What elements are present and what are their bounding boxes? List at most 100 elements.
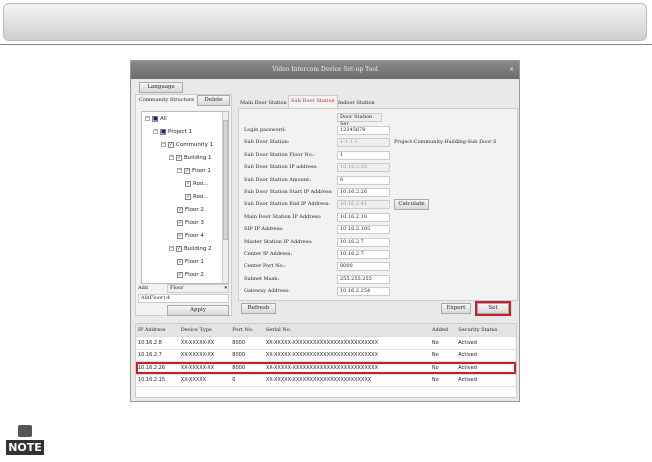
tree-node[interactable]: ✓ Floor 3 — [177, 219, 204, 227]
checkbox-icon[interactable]: ✓ — [185, 193, 191, 200]
tree-node[interactable]: ✓ Floor 2 — [177, 271, 204, 279]
field-input[interactable]: 1 — [337, 150, 390, 160]
table-row[interactable]: 10.16.2.26 XX-XXXXX-XX 8000 XX-XXXXX-XXXXXX… — [136, 361, 516, 375]
delete-button[interactable]: Delete — [197, 95, 230, 106]
window-title: Video Intercom Device Set-up Tool — [272, 66, 378, 73]
calculate-button[interactable]: Calculate — [394, 199, 429, 211]
scrollbar-thumb[interactable] — [223, 120, 228, 240]
table-row[interactable]: 10.16.2.15 XX-XXXXX 0 XX-XXXXX-XXXXXXXXXXXX… — [136, 374, 516, 387]
table-cell: No — [429, 361, 457, 375]
field-input[interactable]: 10.16.2.41 — [337, 200, 390, 210]
table-cell: No — [429, 349, 457, 362]
tree-node[interactable]: ✓ Roo... — [185, 180, 208, 188]
checkbox-icon[interactable]: ✓ — [177, 219, 183, 226]
field-label: Subnet Mask: — [244, 275, 280, 282]
tab-sub-door-station[interactable]: Sub Door Station — [288, 95, 338, 109]
checkbox-icon[interactable]: ✓ — [176, 245, 182, 252]
language-button[interactable]: Language — [139, 82, 183, 93]
tree-node[interactable]: − ✓ Building 1 — [169, 154, 212, 162]
panel-title: Community Structure — [139, 97, 195, 103]
table-row[interactable]: 10.16.2.8 XX-XXXXX-XX 8000 XX-XXXXX-XXXXXXX… — [136, 336, 516, 350]
field-hint: Project-Community-Building-Sub Door S — [394, 139, 497, 146]
field-label: Gateway Address: — [244, 288, 290, 295]
table-cell: 8000 — [230, 349, 264, 362]
tree-node-label: Building 1 — [184, 155, 212, 161]
collapse-icon[interactable]: − — [169, 155, 174, 160]
tree-node[interactable]: ✓ Floor 2 — [177, 206, 204, 214]
checkbox-icon[interactable]: ✓ — [168, 141, 174, 148]
checkbox-icon[interactable]: ✓ — [177, 206, 183, 213]
tree-node[interactable]: − ✓ Community 1 — [161, 141, 213, 149]
checkbox-icon[interactable]: ✓ — [177, 258, 183, 265]
column-header[interactable]: Added — [429, 324, 457, 337]
device-table: IP Address Device Type Port No. Serial No. A… — [136, 324, 516, 387]
table-cell: 8000 — [230, 336, 264, 350]
column-header[interactable]: Serial No. — [263, 324, 430, 337]
checkbox-icon[interactable]: ✓ — [184, 167, 190, 174]
field-label: Center IP Address: — [244, 251, 293, 257]
collapse-icon[interactable]: − — [161, 142, 166, 147]
table-cell: 0 — [230, 374, 264, 387]
tree-node-label: Roo... — [193, 181, 209, 187]
table-cell: Actived — [456, 361, 516, 375]
field-input[interactable]: 10.16.2.7 — [337, 237, 390, 247]
checkbox-icon[interactable]: ■ — [152, 115, 158, 122]
note-label: NOTE — [6, 440, 44, 455]
table-cell: No — [429, 336, 457, 350]
field-label: Sub Door Station End IP Address: — [244, 201, 331, 208]
tree-node-label: Floor 4 — [185, 233, 204, 239]
collapse-icon[interactable]: − — [153, 129, 158, 134]
refresh-button[interactable]: Refresh — [241, 303, 276, 314]
tree-node[interactable]: ✓ Floor 1 — [177, 258, 204, 266]
close-icon[interactable]: × — [509, 61, 514, 79]
all-floor-field[interactable]: All(Floor):4 — [138, 294, 229, 303]
column-header[interactable]: Device Type — [178, 324, 231, 337]
community-tree: − ■ All − ■ Project 1− ✓ Community 1− ✓ Building … — [141, 111, 229, 284]
field-input[interactable]: 255.255.255 — [337, 274, 390, 284]
tree-node-label: Floor 1 — [185, 259, 204, 265]
device-type-select[interactable]: Door Station Ser — [337, 113, 382, 127]
checkbox-icon[interactable]: ■ — [160, 128, 166, 135]
export-button[interactable]: Export — [441, 303, 471, 314]
field-input[interactable]: 10.16.2.105 — [337, 225, 390, 235]
table-cell: XX-XXXXX-XXXXXXXXXXXXXXXXXXXXXXXXX — [263, 336, 430, 350]
tree-node[interactable]: − ■ All — [145, 115, 167, 123]
collapse-icon[interactable]: − — [145, 116, 150, 121]
field-input[interactable]: 10.16.2.254 — [337, 287, 390, 297]
checkbox-icon[interactable]: ✓ — [177, 271, 183, 278]
collapse-icon[interactable]: − — [169, 246, 174, 251]
field-input[interactable]: 8 — [337, 175, 390, 185]
field-input[interactable]: 10.16.2.26 — [337, 188, 390, 197]
tree-node[interactable]: ✓ Floor 4 — [177, 232, 204, 240]
tree-node-label: Floor 2 — [185, 207, 204, 213]
checkbox-icon[interactable]: ✓ — [176, 154, 182, 161]
checkbox-icon[interactable]: ✓ — [185, 180, 191, 187]
collapse-icon[interactable]: − — [177, 168, 182, 173]
tree-node[interactable]: − ✓ Floor 1 — [177, 167, 211, 175]
table-cell: Actived — [456, 349, 516, 362]
tree-node[interactable]: − ✓ Building 2 — [169, 245, 212, 253]
field-input[interactable]: 12345678 — [337, 126, 390, 135]
checkbox-icon[interactable]: ✓ — [177, 232, 183, 239]
field-label: Sub Door Station: — [244, 139, 290, 146]
tree-node[interactable]: − ■ Project 1 — [153, 128, 192, 136]
tree-scrollbar[interactable] — [222, 112, 228, 283]
table-row[interactable]: 10.16.2.7 XX-XXXXX-XX 8000 XX-XXXXX-XXXXXXX… — [136, 349, 516, 362]
column-header[interactable]: Port No. — [230, 324, 264, 337]
table-cell: XX-XXXXX-XX — [178, 349, 231, 362]
column-header[interactable]: Security Status — [456, 324, 516, 337]
field-input[interactable]: 1-1-1-1 — [337, 138, 390, 148]
add-type-select[interactable]: Floor ▾ — [167, 284, 229, 293]
field-input[interactable]: 8000 — [337, 262, 390, 272]
field-input[interactable]: 10.16.2.26 — [337, 163, 390, 173]
table-cell: No — [429, 374, 457, 387]
column-header[interactable]: IP Address — [136, 324, 179, 337]
field-input[interactable]: 10.16.2.7 — [337, 250, 390, 259]
tree-node[interactable]: ✓ Roo... — [185, 193, 208, 201]
table-cell: XX-XXXXX-XXXXXXXXXXXXXXXXXXXXXXX — [263, 374, 430, 387]
field-input[interactable]: 10.16.2.10 — [337, 212, 390, 222]
add-label: Add — [138, 285, 149, 291]
set-button[interactable]: Set — [475, 301, 511, 316]
field-label: Sub Door Station Floor No.: — [244, 151, 315, 158]
apply-button[interactable]: Apply — [167, 305, 229, 316]
